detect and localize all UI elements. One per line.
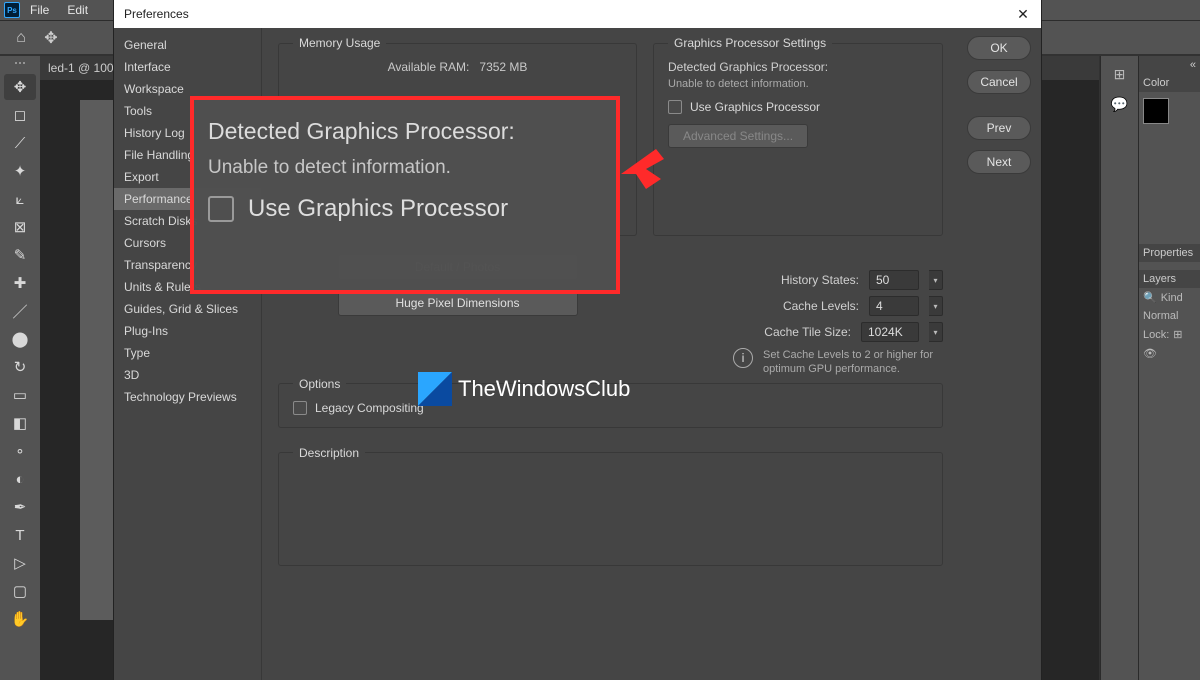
gpu-legend: Graphics Processor Settings <box>668 36 832 50</box>
detected-gpu-value: Unable to detect information. <box>668 77 928 92</box>
cancel-button[interactable]: Cancel <box>967 70 1031 94</box>
dialog-button-column: OK Cancel Prev Next <box>955 28 1041 680</box>
history-states-input[interactable]: 50 <box>869 270 919 290</box>
move-tool-icon[interactable]: ✥ <box>36 26 66 50</box>
blend-mode-select[interactable]: Normal <box>1139 307 1200 325</box>
category-type[interactable]: Type <box>114 342 261 364</box>
prev-button[interactable]: Prev <box>967 116 1031 140</box>
chat-icon[interactable]: 💬 <box>1107 92 1133 116</box>
brush-tool-icon[interactable]: ／ <box>4 298 36 324</box>
blur-tool-icon[interactable]: ∘ <box>4 438 36 464</box>
graphics-processor-group: Graphics Processor Settings Detected Gra… <box>653 36 943 236</box>
description-legend: Description <box>293 446 365 460</box>
frame-tool-icon[interactable]: ⊠ <box>4 214 36 240</box>
description-group: Description <box>278 446 943 566</box>
tools-panel: ✥ ◻ ⟋ ✦ ⟀ ⊠ ✎ ✚ ／ ⬤ ↻ ▭ ◧ ∘ ◐ ✒ T ▷ ▢ ✋ <box>0 56 40 680</box>
dialog-titlebar: Preferences ✕ <box>114 0 1041 28</box>
path-select-tool-icon[interactable]: ▷ <box>4 550 36 576</box>
right-icon-bar: ⊞ 💬 <box>1100 56 1138 680</box>
history-states-label: History States: <box>781 273 859 287</box>
layers-filter[interactable]: 🔍Kind <box>1139 288 1200 307</box>
history-brush-tool-icon[interactable]: ↻ <box>4 354 36 380</box>
pen-tool-icon[interactable]: ✒ <box>4 494 36 520</box>
checkbox-icon <box>293 401 307 415</box>
category-plugins[interactable]: Plug-Ins <box>114 320 261 342</box>
category-transparency[interactable]: Transparency <box>114 254 261 276</box>
chevron-down-icon[interactable]: ▾ <box>929 296 943 316</box>
preferences-category-list: General Interface Workspace Tools Histor… <box>114 28 262 680</box>
available-ram-value: 7352 MB <box>479 60 527 74</box>
cache-help-text: Set Cache Levels to 2 or higher for opti… <box>763 348 943 377</box>
layers-panel-tab[interactable]: Layers <box>1139 270 1200 288</box>
category-cursors[interactable]: Cursors <box>114 232 261 254</box>
eyedropper-tool-icon[interactable]: ✎ <box>4 242 36 268</box>
preset-default-photos-button[interactable]: Default / Photos <box>338 254 578 280</box>
crop-tool-icon[interactable]: ⟀ <box>4 186 36 212</box>
category-performance[interactable]: Performance <box>114 188 261 210</box>
next-button[interactable]: Next <box>967 150 1031 174</box>
category-general[interactable]: General <box>114 34 261 56</box>
lock-row: Lock: ⊞ <box>1139 325 1200 344</box>
home-icon[interactable]: ⌂ <box>6 26 36 50</box>
options-group: Options Legacy Compositing <box>278 377 943 428</box>
memory-usage-legend: Memory Usage <box>293 36 386 50</box>
hand-tool-icon[interactable]: ✋ <box>4 606 36 632</box>
category-tools[interactable]: Tools <box>114 100 261 122</box>
advanced-settings-button[interactable]: Advanced Settings... <box>668 124 808 148</box>
photoshop-logo-icon: Ps <box>4 2 20 18</box>
category-export[interactable]: Export <box>114 166 261 188</box>
dialog-title: Preferences <box>124 7 189 21</box>
layer-visibility[interactable]: 👁 <box>1139 344 1200 363</box>
menu-edit[interactable]: Edit <box>67 3 88 17</box>
options-legend: Options <box>293 377 346 391</box>
close-icon[interactable]: ✕ <box>1011 3 1035 25</box>
legacy-compositing-checkbox[interactable]: Legacy Compositing <box>293 401 928 415</box>
category-interface[interactable]: Interface <box>114 56 261 78</box>
dodge-tool-icon[interactable]: ◐ <box>4 466 36 492</box>
collapse-panels-icon[interactable]: « <box>1139 56 1200 74</box>
use-gpu-checkbox[interactable]: Use Graphics Processor <box>668 100 928 114</box>
eraser-tool-icon[interactable]: ▭ <box>4 382 36 408</box>
color-panel-tab[interactable]: Color <box>1139 74 1200 92</box>
quick-select-tool-icon[interactable]: ✦ <box>4 158 36 184</box>
category-workspace[interactable]: Workspace <box>114 78 261 100</box>
marquee-tool-icon[interactable]: ◻ <box>4 102 36 128</box>
menu-file[interactable]: File <box>30 3 49 17</box>
category-tech-previews[interactable]: Technology Previews <box>114 386 261 408</box>
rectangle-tool-icon[interactable]: ▢ <box>4 578 36 604</box>
cache-levels-input[interactable]: 4 <box>869 296 919 316</box>
chevron-down-icon[interactable]: ▾ <box>929 322 943 342</box>
cache-tile-label: Cache Tile Size: <box>764 325 851 339</box>
preferences-dialog: Preferences ✕ General Interface Workspac… <box>114 0 1041 680</box>
cache-levels-label: Cache Levels: <box>783 299 859 313</box>
category-3d[interactable]: 3D <box>114 364 261 386</box>
chevron-down-icon[interactable]: ▾ <box>929 270 943 290</box>
ok-button[interactable]: OK <box>967 36 1031 60</box>
checkbox-icon <box>668 100 682 114</box>
memory-usage-group: Memory Usage Available RAM: 7352 MB <box>278 36 637 236</box>
type-tool-icon[interactable]: T <box>4 522 36 548</box>
right-panels: « Color Properties Layers 🔍Kind Normal L… <box>1138 56 1200 680</box>
category-file-handling[interactable]: File Handling <box>114 144 261 166</box>
panel-icon[interactable]: ⊞ <box>1107 62 1133 86</box>
detected-gpu-label: Detected Graphics Processor: <box>668 60 928 74</box>
category-scratch-disks[interactable]: Scratch Disks <box>114 210 261 232</box>
gradient-tool-icon[interactable]: ◧ <box>4 410 36 436</box>
preset-huge-pixel-button[interactable]: Huge Pixel Dimensions <box>338 290 578 316</box>
category-guides-grid[interactable]: Guides, Grid & Slices <box>114 298 261 320</box>
move-tool-icon[interactable]: ✥ <box>4 74 36 100</box>
available-ram-label: Available RAM: <box>388 60 470 74</box>
category-history-log[interactable]: History Log <box>114 122 261 144</box>
lasso-tool-icon[interactable]: ⟋ <box>4 130 36 156</box>
cache-tile-select[interactable]: 1024K <box>861 322 919 342</box>
foreground-color-swatch[interactable] <box>1143 98 1169 124</box>
category-units-rulers[interactable]: Units & Rulers <box>114 276 261 298</box>
stamp-tool-icon[interactable]: ⬤ <box>4 326 36 352</box>
preferences-content: Memory Usage Available RAM: 7352 MB Grap… <box>262 28 955 680</box>
healing-tool-icon[interactable]: ✚ <box>4 270 36 296</box>
info-icon: i <box>733 348 753 368</box>
properties-panel-tab[interactable]: Properties <box>1139 244 1200 262</box>
eye-icon[interactable]: 👁 <box>1143 347 1157 360</box>
grip-icon <box>10 62 30 68</box>
